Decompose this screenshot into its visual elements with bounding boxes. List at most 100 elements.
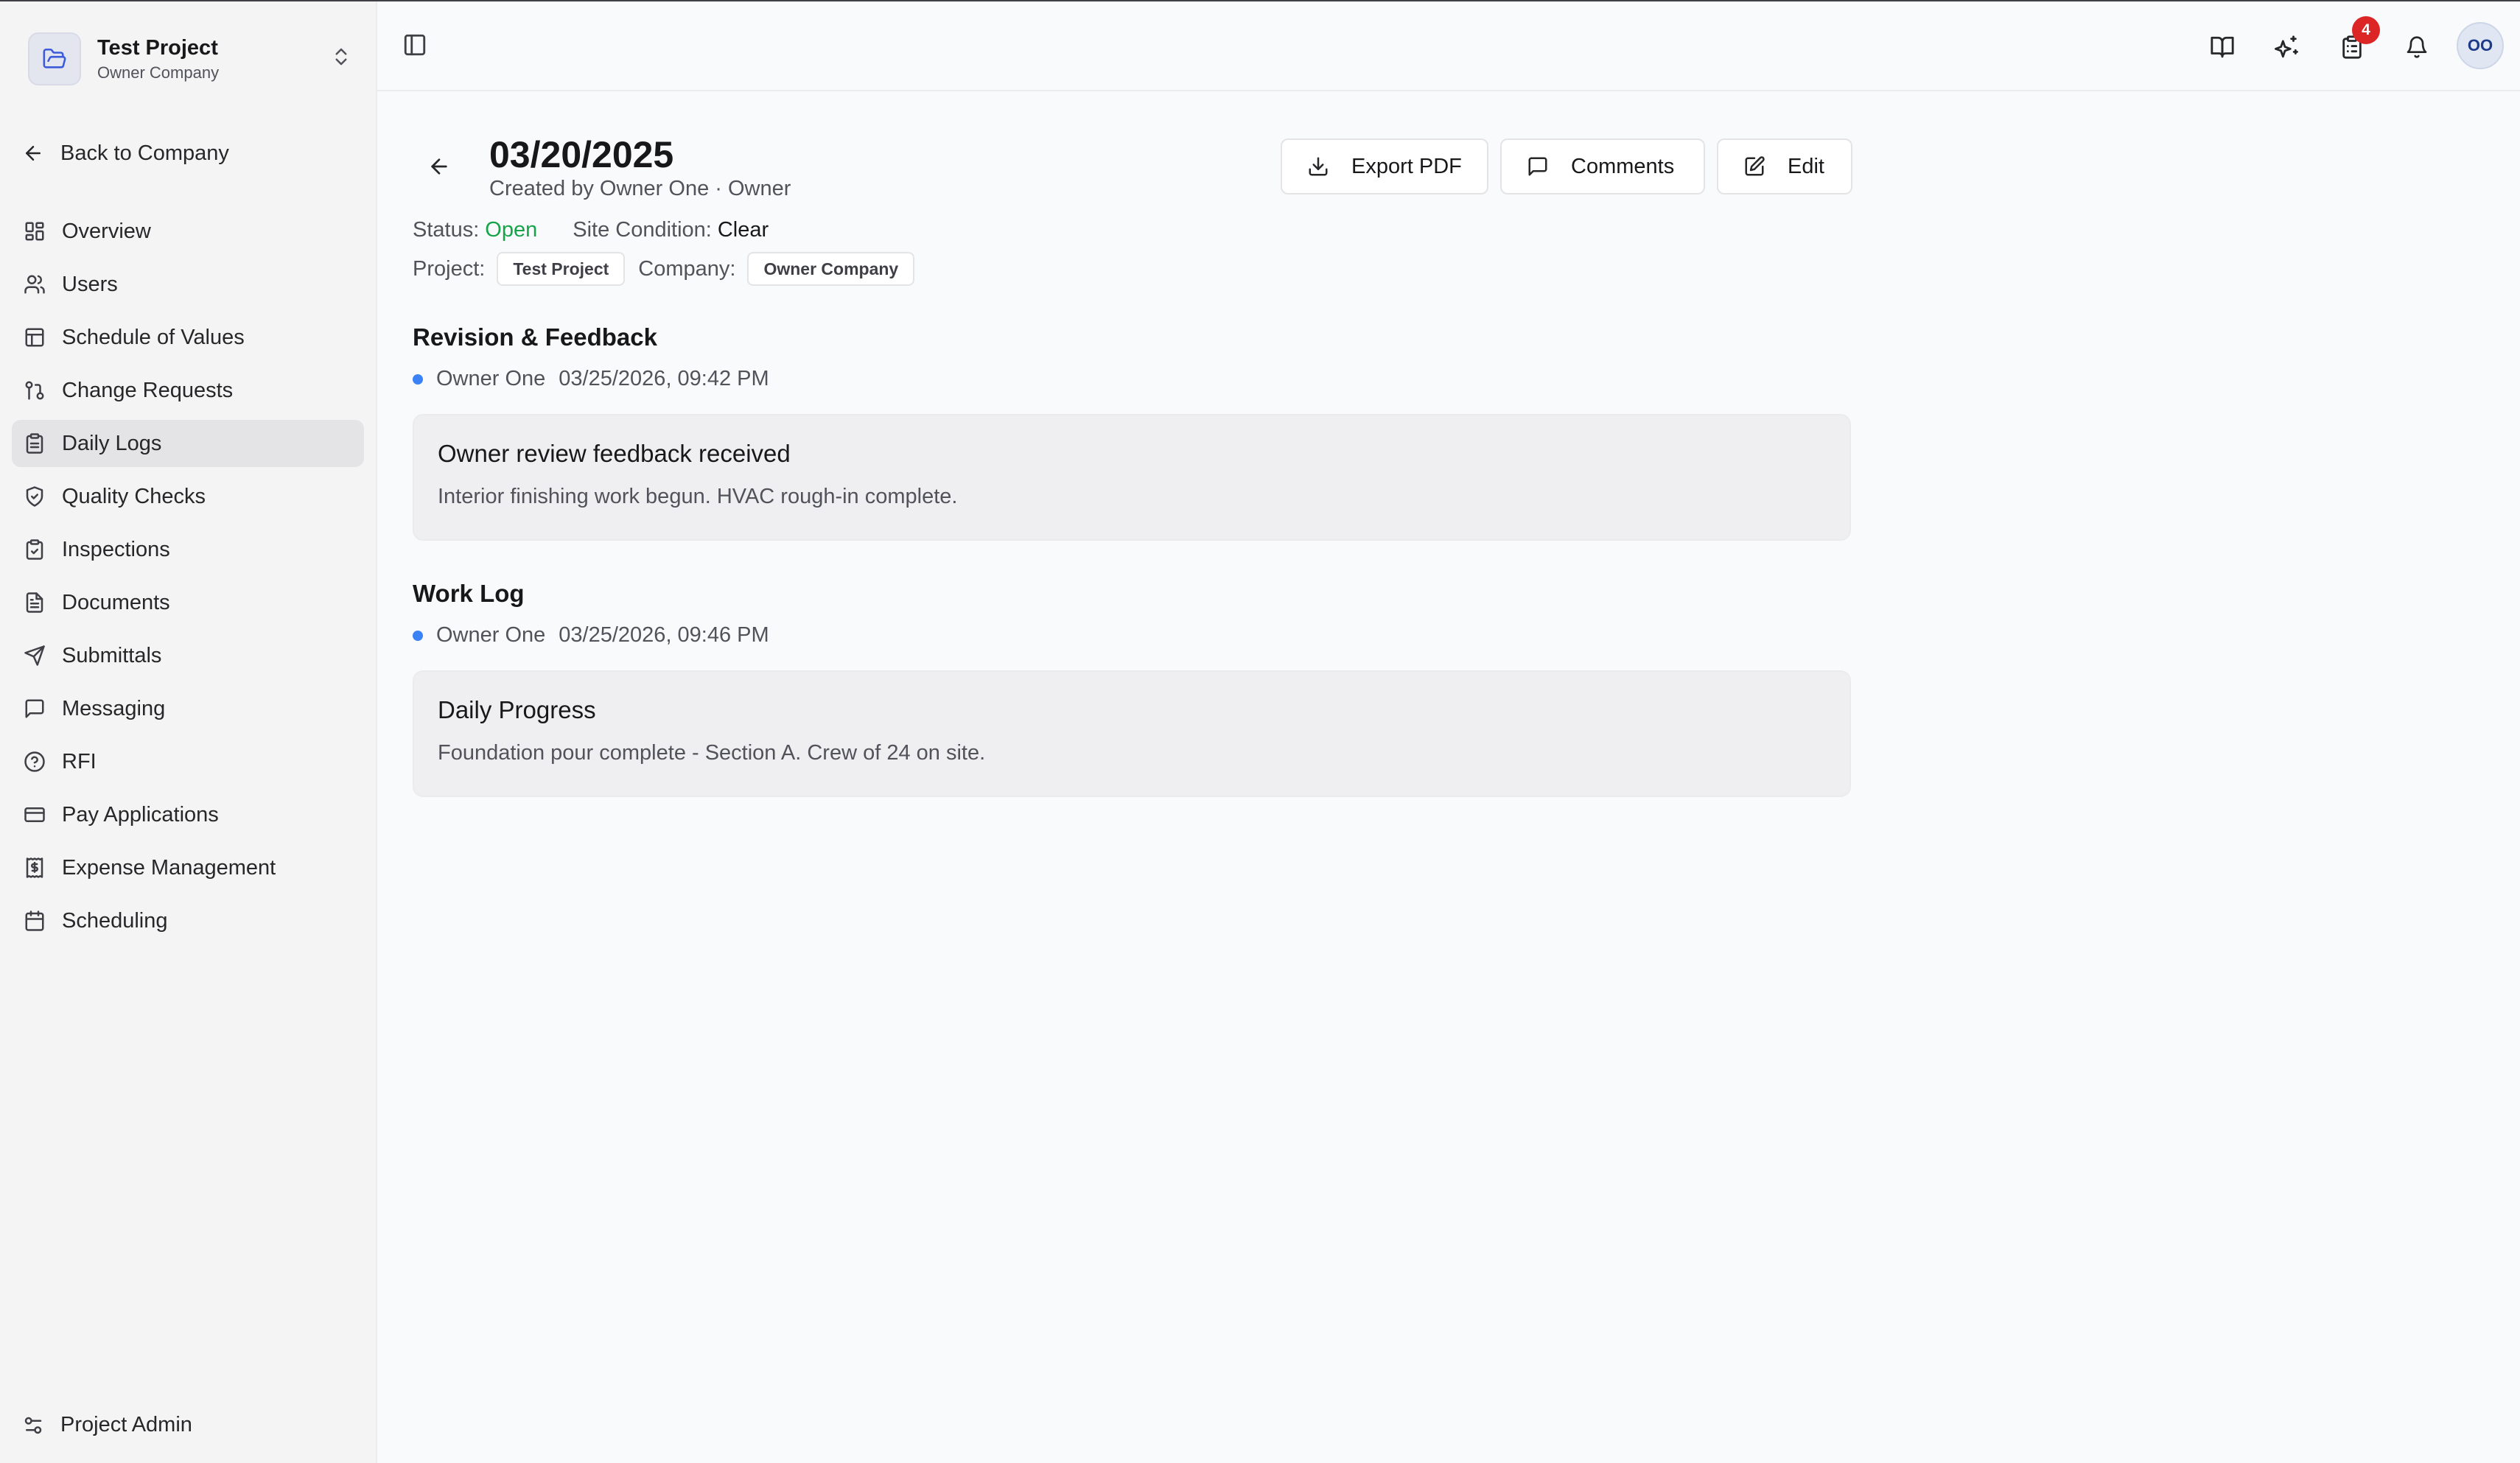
edit-button[interactable]: Edit [1717, 138, 1852, 194]
sidebar-item-rfi[interactable]: RFI [12, 738, 364, 785]
status-label: Status: [413, 218, 480, 242]
sidebar-item-overview[interactable]: Overview [12, 208, 364, 255]
section-title: Work Log [413, 580, 525, 607]
sidebar-item-pay-applications[interactable]: Pay Applications [12, 791, 364, 838]
sidebar-item-change-requests[interactable]: Change Requests [12, 367, 364, 414]
section-title: Revision & Feedback [413, 323, 657, 351]
sidebar-item-label: Inspections [62, 537, 170, 561]
entry-timestamp: 03/25/2026, 09:42 PM [559, 367, 769, 390]
sidebar-nav: Overview Users Schedule of Values Change… [12, 208, 364, 950]
project-company: Owner Company [97, 63, 220, 82]
site-condition-value: Clear [717, 218, 769, 242]
calendar-icon [25, 911, 44, 931]
user-avatar[interactable]: OO [2457, 22, 2504, 69]
sidebar-toggle-button[interactable] [402, 32, 427, 61]
edit-label: Edit [1788, 154, 1824, 178]
notifications-button[interactable] [2401, 31, 2433, 63]
entry-meta: Owner One 03/25/2026, 09:46 PM [413, 623, 769, 648]
sidebar-item-daily-logs[interactable]: Daily Logs [12, 420, 364, 467]
sidebar-item-inspections[interactable]: Inspections [12, 526, 364, 573]
log-entry-card: Daily Progress Foundation pour complete … [413, 670, 1851, 797]
export-pdf-button[interactable]: Export PDF [1281, 138, 1488, 194]
sparkles-icon [2275, 35, 2298, 58]
comments-label: Comments [1571, 154, 1675, 178]
chevrons-up-down-icon [330, 46, 352, 71]
sidebar-item-label: Documents [62, 590, 170, 614]
project-switcher[interactable]: Test Project Owner Company [28, 31, 352, 87]
help-circle-icon [24, 751, 45, 772]
sidebar: Test Project Owner Company Back to Compa… [0, 1, 377, 1463]
receipt-icon [26, 857, 43, 878]
sidebar-item-label: RFI [62, 749, 97, 773]
project-admin-label: Project Admin [60, 1413, 192, 1436]
topbar: 4 OO [377, 1, 2520, 91]
file-text-icon [26, 592, 43, 613]
sidebar-item-expense-management[interactable]: Expense Management [12, 844, 364, 891]
card-body: Interior finishing work begun. HVAC roug… [438, 485, 958, 508]
sidebar-item-label: Schedule of Values [62, 325, 245, 349]
send-icon [24, 645, 45, 666]
sidebar-item-label: Pay Applications [62, 802, 219, 827]
header-actions: Export PDF Comments Edit [1281, 138, 1852, 194]
card-title: Owner review feedback received [438, 440, 791, 467]
sidebar-item-label: Quality Checks [62, 484, 206, 508]
sidebar-item-label: Submittals [62, 643, 162, 667]
card-title: Daily Progress [438, 696, 596, 723]
sidebar-item-label: Users [62, 272, 118, 296]
sidebar-item-schedule-of-values[interactable]: Schedule of Values [12, 314, 364, 361]
docs-button[interactable] [2206, 31, 2239, 63]
sidebar-item-scheduling[interactable]: Scheduling [12, 897, 364, 944]
folder-icon [28, 32, 81, 85]
edit-icon [1745, 156, 1765, 176]
project-name: Test Project [97, 36, 218, 60]
site-condition-label: Site Condition: [573, 218, 712, 242]
log-entry-card: Owner review feedback received Interior … [413, 414, 1851, 541]
project-label: Project: [413, 256, 486, 281]
project-chip: Test Project [497, 252, 626, 286]
tasks-button[interactable]: 4 [2336, 16, 2380, 63]
arrow-left-icon [431, 158, 447, 175]
sidebar-item-documents[interactable]: Documents [12, 579, 364, 626]
sidebar-item-label: Overview [62, 219, 151, 243]
clipboard-icon [26, 433, 43, 454]
comments-button[interactable]: Comments [1500, 138, 1705, 194]
download-icon [1309, 157, 1328, 176]
sidebar-item-label: Daily Logs [62, 431, 162, 455]
entry-author: Owner One [436, 367, 546, 390]
message-square-icon [1528, 157, 1547, 176]
sidebar-item-label: Messaging [62, 696, 166, 720]
project-admin-link[interactable]: Project Admin [22, 1413, 192, 1437]
back-button[interactable] [427, 155, 451, 182]
status-value: Open [485, 218, 538, 242]
sidebar-item-users[interactable]: Users [12, 261, 364, 308]
ai-assistant-button[interactable] [2271, 31, 2303, 63]
credit-card-icon [24, 807, 45, 822]
users-icon [24, 275, 45, 294]
git-pull-request-icon [25, 381, 44, 400]
entry-meta: Owner One 03/25/2026, 09:42 PM [413, 367, 769, 391]
back-to-company-link[interactable]: Back to Company [22, 137, 229, 169]
sidebar-item-quality-checks[interactable]: Quality Checks [12, 473, 364, 520]
sidebar-item-label: Change Requests [62, 378, 234, 402]
author-dot [413, 373, 423, 385]
sidebar-item-label: Scheduling [62, 908, 168, 933]
entry-timestamp: 03/25/2026, 09:46 PM [559, 623, 769, 647]
table-icon [25, 328, 44, 347]
sidebar-item-submittals[interactable]: Submittals [12, 632, 364, 679]
app-window: Test Project Owner Company Back to Compa… [0, 0, 2520, 1463]
message-square-icon [25, 699, 44, 718]
shield-check-icon [26, 486, 43, 507]
sidebar-item-messaging[interactable]: Messaging [12, 685, 364, 732]
status-row: Status: Open Site Condition: Clear [413, 215, 769, 245]
panel-left-icon [404, 34, 426, 56]
arrow-left-icon [26, 146, 41, 161]
bell-icon [2407, 36, 2427, 58]
project-company-row: Project: Test Project Company: Owner Com… [413, 252, 928, 286]
company-label: Company: [638, 256, 736, 281]
sidebar-item-label: Expense Management [62, 855, 276, 880]
card-body: Foundation pour complete - Section A. Cr… [438, 741, 986, 765]
clipboard-check-icon [26, 539, 43, 560]
author-dot [413, 630, 423, 641]
settings-sliders-icon [24, 1417, 42, 1434]
company-chip: Owner Company [747, 252, 915, 286]
